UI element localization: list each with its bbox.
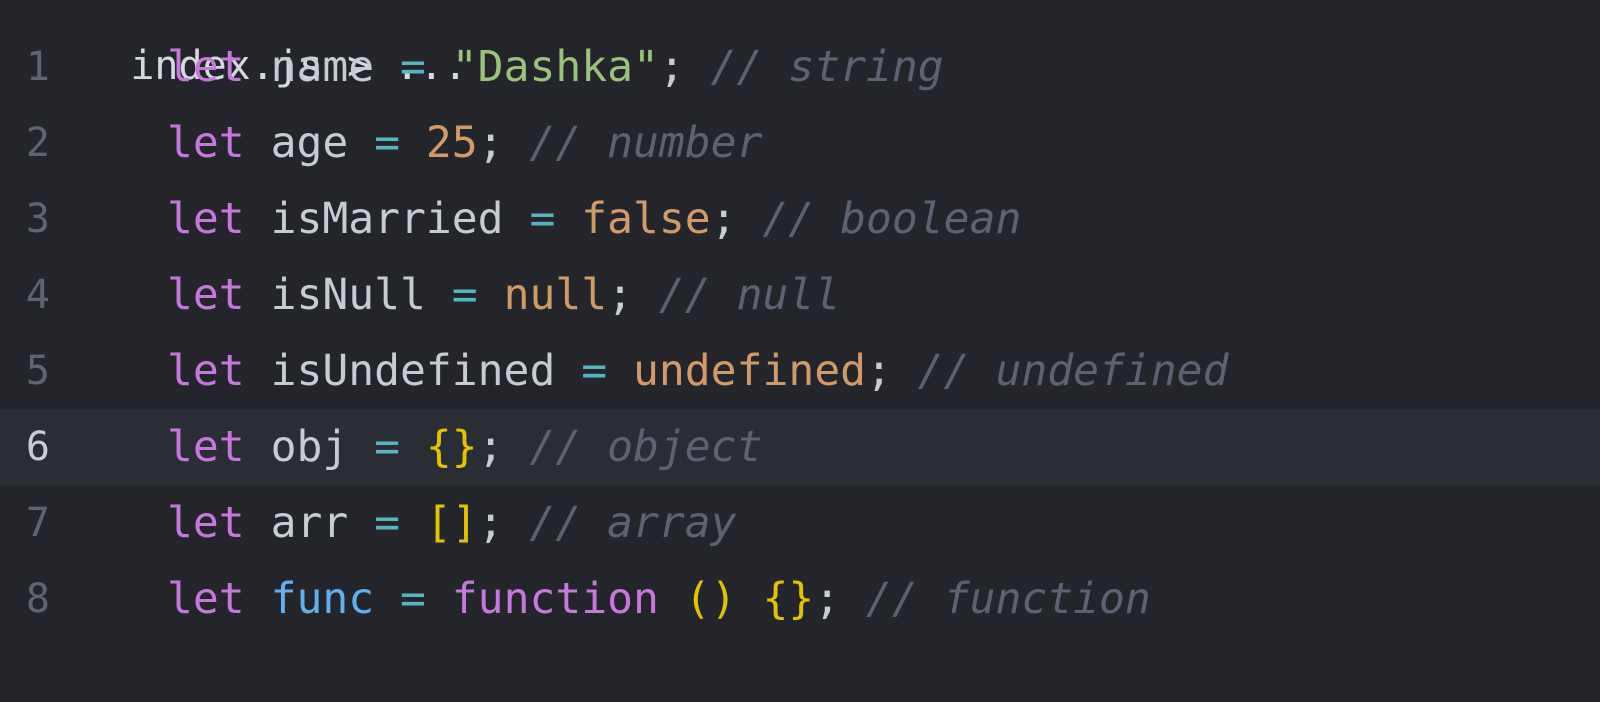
code-token: isMarried bbox=[270, 194, 504, 244]
code-token: ; bbox=[477, 422, 530, 472]
code-token: let bbox=[167, 42, 245, 92]
code-token: func bbox=[270, 574, 375, 624]
code-token: // boolean bbox=[762, 194, 1022, 244]
code-text[interactable]: let isNull = null; // null bbox=[167, 257, 840, 333]
code-token: let bbox=[167, 346, 245, 396]
code-token: function bbox=[451, 574, 659, 624]
code-token: let bbox=[167, 118, 245, 168]
code-token: = bbox=[425, 270, 504, 320]
code-line-6[interactable]: 6 let obj = {}; // object bbox=[0, 409, 1600, 485]
code-token: let bbox=[167, 498, 245, 548]
breadcrumb[interactable]: index.js > ... bbox=[0, 0, 467, 86]
code-token: = bbox=[503, 194, 582, 244]
code-token: ; bbox=[658, 42, 711, 92]
code-token: undefined bbox=[633, 346, 867, 396]
code-token: let bbox=[167, 194, 245, 244]
code-token: 25 bbox=[425, 118, 478, 168]
line-number: 7 bbox=[25, 500, 50, 546]
code-token: = bbox=[374, 42, 452, 92]
line-number: 2 bbox=[25, 120, 50, 166]
code-text[interactable]: let isUndefined = undefined; // undefine… bbox=[167, 333, 1228, 409]
code-text[interactable]: let isMarried = false; // boolean bbox=[167, 181, 1021, 257]
code-token: = bbox=[555, 346, 634, 396]
code-token: ; bbox=[710, 194, 763, 244]
code-text[interactable]: let name = "Dashka"; // string bbox=[167, 29, 944, 105]
code-token: ; bbox=[866, 346, 918, 396]
code-token: = bbox=[348, 422, 426, 472]
code-token: // array bbox=[529, 498, 737, 548]
code-token: = bbox=[348, 118, 426, 168]
code-line-8[interactable]: 8 let func = function () {}; // function bbox=[0, 561, 1600, 637]
code-token: let bbox=[167, 270, 245, 320]
code-token: = bbox=[374, 574, 452, 624]
code-token: // function bbox=[866, 574, 1151, 624]
code-token: {} bbox=[762, 574, 815, 624]
code-token: let bbox=[167, 574, 245, 624]
code-token: ; bbox=[607, 270, 659, 320]
code-token: obj bbox=[270, 422, 349, 472]
code-token: isNull bbox=[270, 270, 426, 320]
code-text[interactable]: let arr = []; // array bbox=[167, 485, 737, 561]
code-token: null bbox=[503, 270, 608, 320]
line-number: 1 bbox=[25, 44, 50, 90]
line-number: 8 bbox=[25, 576, 50, 622]
code-token: // undefined bbox=[917, 346, 1229, 396]
line-number: 3 bbox=[25, 196, 50, 242]
line-number: 6 bbox=[25, 424, 50, 470]
code-token: name bbox=[270, 42, 375, 92]
code-token: "Dashka" bbox=[451, 42, 659, 92]
code-line-1[interactable]: 1 let name = "Dashka"; // string bbox=[0, 29, 1600, 105]
code-token: isUndefined bbox=[270, 346, 556, 396]
code-token: false bbox=[581, 194, 711, 244]
code-token: ; bbox=[477, 498, 530, 548]
code-token: // object bbox=[529, 422, 763, 472]
code-editor[interactable]: index.js > ... 1 let name = "Dashka"; // … bbox=[0, 0, 1600, 702]
line-number: 5 bbox=[25, 348, 50, 394]
code-line-3[interactable]: 3 let isMarried = false; // boolean bbox=[0, 181, 1600, 257]
code-line-7[interactable]: 7 let arr = []; // array bbox=[0, 485, 1600, 561]
code-token: // null bbox=[658, 270, 841, 320]
code-token: {} bbox=[425, 422, 478, 472]
code-text[interactable]: let func = function () {}; // function bbox=[167, 561, 1151, 637]
code-token: let bbox=[167, 422, 245, 472]
code-text[interactable]: let age = 25; // number bbox=[167, 105, 762, 181]
code-token: ; bbox=[477, 118, 530, 168]
code-line-5[interactable]: 5 let isUndefined = undefined; // undefin… bbox=[0, 333, 1600, 409]
code-token: age bbox=[270, 118, 349, 168]
code-token: [] bbox=[425, 498, 478, 548]
code-token: () bbox=[684, 574, 737, 624]
code-token: = bbox=[348, 498, 426, 548]
code-token: arr bbox=[270, 498, 349, 548]
code-line-4[interactable]: 4 let isNull = null; // null bbox=[0, 257, 1600, 333]
code-token: // string bbox=[710, 42, 944, 92]
code-token: // number bbox=[529, 118, 763, 168]
code-line-2[interactable]: 2 let age = 25; // number bbox=[0, 105, 1600, 181]
code-text[interactable]: let obj = {}; // object bbox=[167, 409, 762, 485]
code-token: ; bbox=[814, 574, 867, 624]
line-number: 4 bbox=[25, 272, 50, 318]
